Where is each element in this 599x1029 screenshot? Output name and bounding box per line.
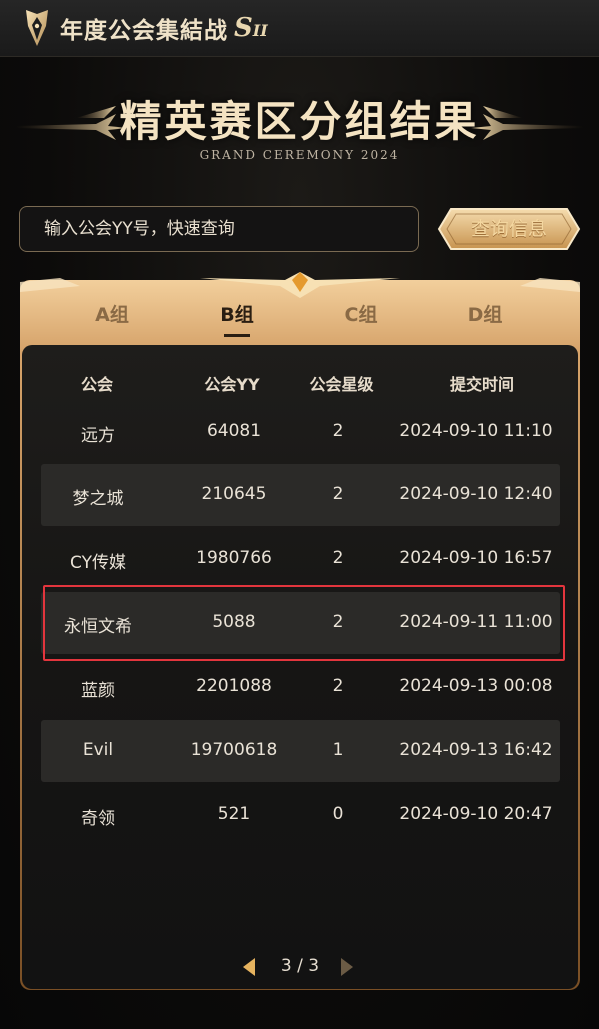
query-info-button[interactable]: 查询信息 bbox=[437, 207, 581, 251]
cell-yy: 64081 bbox=[206, 421, 262, 441]
table-row[interactable]: 梦之城 210645 2 2024-09-10 12:40 bbox=[41, 464, 560, 526]
page-subtitle: GRAND CEREMONY 2024 bbox=[199, 148, 400, 162]
pen-nib-logo-icon bbox=[22, 8, 52, 48]
app-title: 年度公会集結战 bbox=[60, 18, 228, 44]
table-row[interactable]: CY传媒 1980766 2 2024-09-10 16:57 bbox=[41, 528, 560, 590]
results-table: 公会 公会YY 公会星级 提交时间 远方 64081 2 2024-09-10 … bbox=[22, 345, 578, 989]
table-row[interactable]: 永恒文希 5088 2 2024-09-11 11:00 bbox=[41, 592, 560, 654]
table-row[interactable]: Evil 19700618 1 2024-09-13 16:42 bbox=[41, 720, 560, 782]
cell-stars: 1 bbox=[332, 740, 344, 760]
column-header-yy: 公会YY bbox=[204, 375, 260, 394]
pagination: 3 / 3 bbox=[0, 950, 599, 984]
season-number: II bbox=[252, 21, 268, 40]
cell-yy: 1980766 bbox=[196, 548, 272, 568]
search-box bbox=[19, 206, 419, 252]
table-row[interactable]: 蓝颜 2201088 2 2024-09-13 00:08 bbox=[41, 656, 560, 718]
column-header-stars: 公会星级 bbox=[309, 375, 374, 394]
cell-time: 2024-09-11 11:00 bbox=[399, 612, 553, 632]
cell-yy: 2201088 bbox=[196, 676, 272, 696]
cell-yy: 521 bbox=[217, 804, 251, 824]
cell-guild: 永恒文希 bbox=[64, 617, 132, 637]
guild-yy-search-input[interactable] bbox=[42, 218, 406, 240]
tab-group-c[interactable]: C组 bbox=[306, 300, 416, 327]
cell-yy: 210645 bbox=[201, 484, 267, 504]
page-separator: / bbox=[297, 956, 303, 976]
page: 年度公会集結战 SII 精英赛区分组结果 GRAND CEREMONY 2024 bbox=[0, 0, 599, 1029]
cell-guild: CY传媒 bbox=[70, 553, 126, 573]
current-page: 3 bbox=[280, 956, 292, 976]
total-pages: 3 bbox=[308, 956, 320, 976]
prev-page-arrow-icon[interactable] bbox=[240, 956, 258, 978]
cell-time: 2024-09-13 16:42 bbox=[399, 740, 553, 760]
cell-guild: 蓝颜 bbox=[81, 681, 115, 701]
tab-group-d[interactable]: D组 bbox=[430, 300, 540, 327]
season-mark: SII bbox=[234, 13, 268, 43]
page-indicator: 3 / 3 bbox=[260, 956, 340, 976]
table-row[interactable]: 远方 64081 2 2024-09-10 11:10 bbox=[41, 401, 560, 463]
cell-time: 2024-09-10 11:10 bbox=[399, 421, 553, 441]
season-letter: S bbox=[234, 13, 253, 43]
cell-stars: 2 bbox=[332, 484, 344, 504]
cell-stars: 2 bbox=[332, 421, 344, 441]
cell-time: 2024-09-10 20:47 bbox=[399, 804, 553, 824]
page-title: 精英赛区分组结果 bbox=[119, 97, 480, 146]
cell-yy: 5088 bbox=[212, 612, 256, 632]
hero-title-block: 精英赛区分组结果 GRAND CEREMONY 2024 bbox=[0, 78, 599, 168]
tab-group-a[interactable]: A组 bbox=[57, 300, 167, 327]
cell-guild: 梦之城 bbox=[72, 489, 124, 509]
tab-group-b[interactable]: B组 bbox=[182, 300, 292, 327]
column-header-guild: 公会 bbox=[80, 375, 113, 394]
cell-guild: 远方 bbox=[81, 426, 115, 446]
query-button-label: 查询信息 bbox=[470, 218, 547, 240]
next-page-arrow-icon[interactable] bbox=[338, 956, 356, 978]
active-tab-indicator bbox=[224, 334, 250, 337]
group-results-panel: A组 B组 C组 D组 公会 公会YY 公会星级 提交时间 远方 64081 2… bbox=[20, 272, 580, 990]
cell-time: 2024-09-10 12:40 bbox=[399, 484, 553, 504]
cell-stars: 2 bbox=[332, 612, 344, 632]
table-row[interactable]: 奇领 521 0 2024-09-10 20:47 bbox=[41, 784, 560, 846]
cell-guild: Evil bbox=[82, 740, 114, 760]
cell-stars: 0 bbox=[332, 804, 344, 824]
cell-guild: 奇领 bbox=[81, 809, 115, 829]
header-bar: 年度公会集結战 SII bbox=[0, 0, 599, 57]
group-tabs: A组 B组 C组 D组 bbox=[20, 300, 580, 350]
cell-stars: 2 bbox=[332, 676, 344, 696]
column-header-time: 提交时间 bbox=[449, 375, 514, 394]
cell-stars: 2 bbox=[332, 548, 344, 568]
cell-time: 2024-09-10 16:57 bbox=[399, 548, 553, 568]
cell-yy: 19700618 bbox=[190, 740, 278, 760]
cell-time: 2024-09-13 00:08 bbox=[399, 676, 553, 696]
